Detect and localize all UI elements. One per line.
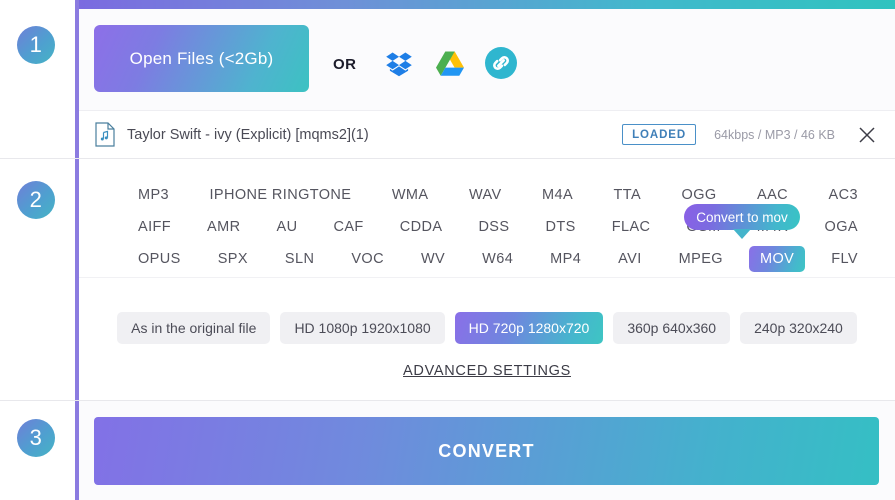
format-aiff[interactable]: AIFF — [127, 214, 182, 241]
format-caf[interactable]: CAF — [322, 214, 374, 241]
quality-options: As in the original file HD 1080p 1920x10… — [79, 312, 895, 344]
quality-original[interactable]: As in the original file — [117, 312, 271, 344]
format-amr[interactable]: AMR — [196, 214, 251, 241]
step-number-1: 1 — [17, 26, 55, 64]
tooltip-label: Convert to mov — [696, 209, 788, 225]
dropbox-icon[interactable] — [384, 47, 416, 79]
quality-720p[interactable]: HD 720p 1280x720 — [454, 312, 604, 344]
format-m4a[interactable]: M4A — [531, 182, 584, 209]
quality-1080p[interactable]: HD 1080p 1920x1080 — [280, 312, 445, 344]
format-wma[interactable]: WMA — [381, 182, 440, 209]
format-oga[interactable]: OGA — [814, 214, 869, 241]
format-mpeg[interactable]: MPEG — [668, 246, 734, 273]
format-flac[interactable]: FLAC — [601, 214, 662, 241]
advanced-settings-link[interactable]: ADVANCED SETTINGS — [79, 363, 895, 379]
format-spx[interactable]: SPX — [207, 246, 259, 273]
format-tooltip: Convert to mov — [684, 204, 800, 239]
top-accent-bar — [75, 0, 895, 9]
format-voc[interactable]: VOC — [340, 246, 395, 273]
step-number-3: 3 — [17, 419, 55, 457]
format-wav[interactable]: WAV — [458, 182, 513, 209]
format-cdda[interactable]: CDDA — [389, 214, 454, 241]
url-link-icon[interactable] — [484, 46, 518, 80]
format-row-3: OPUS SPX SLN VOC WV W64 MP4 AVI MPEG MOV… — [79, 243, 895, 275]
open-files-button[interactable]: Open Files (<2Gb) — [94, 25, 309, 92]
cloud-source-icons — [384, 46, 518, 80]
status-badge: LOADED — [622, 124, 697, 145]
format-sln[interactable]: SLN — [274, 246, 325, 273]
format-dss[interactable]: DSS — [467, 214, 520, 241]
audio-converter-app: 1 2 3 Open Files (<2Gb) OR Taylor Swift … — [0, 0, 895, 500]
file-meta-label: 64kbps / MP3 / 46 KB — [714, 127, 835, 142]
format-tta[interactable]: TTA — [603, 182, 653, 209]
section-divider-1 — [0, 158, 895, 159]
format-dts[interactable]: DTS — [534, 214, 586, 241]
step2-panel: MP3 IPHONE RINGTONE WMA WAV M4A TTA OGG … — [79, 159, 895, 400]
format-w64[interactable]: W64 — [471, 246, 524, 273]
format-au[interactable]: AU — [266, 214, 309, 241]
format-wv[interactable]: WV — [410, 246, 456, 273]
loaded-file-row: Taylor Swift - ivy (Explicit) [mqms2](1)… — [79, 110, 895, 158]
quality-240p[interactable]: 240p 320x240 — [740, 312, 857, 344]
format-mov[interactable]: MOV — [748, 245, 806, 273]
format-opus[interactable]: OPUS — [127, 246, 192, 273]
format-mp3[interactable]: MP3 — [127, 182, 180, 209]
format-mp4[interactable]: MP4 — [539, 246, 592, 273]
google-drive-icon[interactable] — [434, 47, 466, 79]
or-label: OR — [333, 56, 357, 73]
step3-panel: CONVERT — [79, 401, 895, 500]
format-avi[interactable]: AVI — [607, 246, 653, 273]
file-name-label: Taylor Swift - ivy (Explicit) [mqms2](1) — [127, 126, 369, 143]
convert-button[interactable]: CONVERT — [94, 417, 879, 485]
audio-file-icon — [95, 122, 115, 147]
quality-360p[interactable]: 360p 640x360 — [613, 312, 731, 344]
tooltip-arrow-icon — [733, 229, 751, 239]
close-icon[interactable] — [857, 125, 877, 145]
format-iphone-ringtone[interactable]: IPHONE RINGTONE — [198, 182, 362, 209]
step-number-2: 2 — [17, 181, 55, 219]
format-ac3[interactable]: AC3 — [818, 182, 869, 209]
format-flv[interactable]: FLV — [820, 246, 869, 273]
section-divider-soft — [79, 277, 895, 278]
